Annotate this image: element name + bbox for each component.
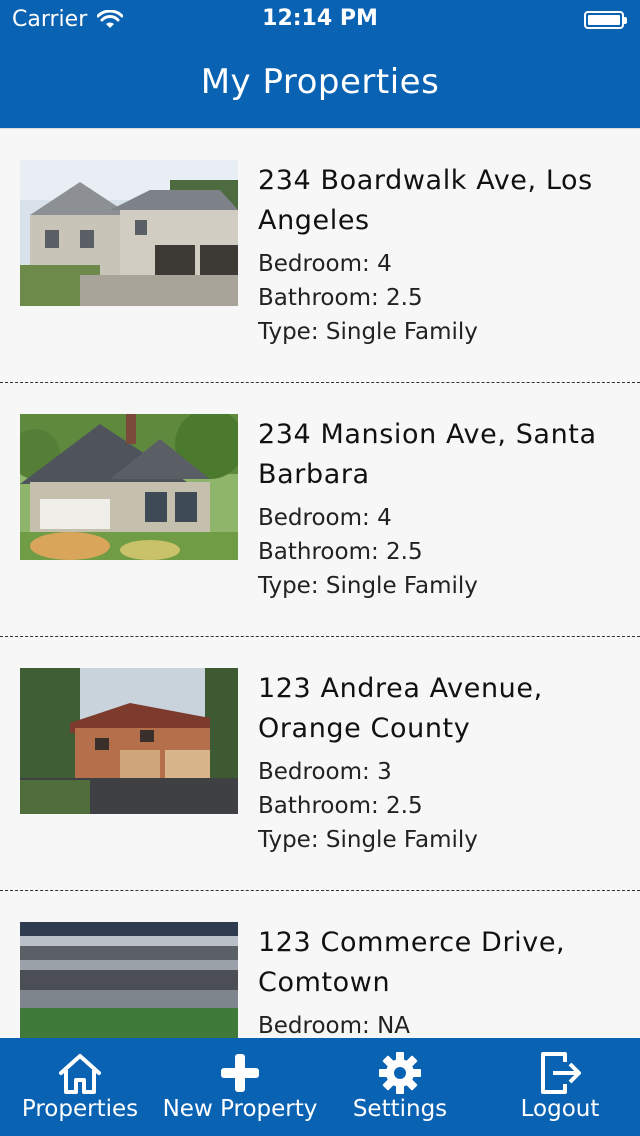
property-photo: [20, 160, 238, 306]
property-info: 234 Boardwalk Ave, Los Angeles Bedroom: …: [258, 161, 618, 349]
tab-logout[interactable]: Logout: [480, 1038, 640, 1136]
tab-label: Logout: [520, 1096, 600, 1122]
property-row[interactable]: 123 Andrea Avenue, Orange County Bedroom…: [0, 637, 640, 891]
tab-bar: Properties New Property Settings Logout: [0, 1038, 640, 1136]
property-bedroom: Bedroom: 4: [258, 505, 392, 531]
status-bar: Carrier 12:14 PM: [0, 0, 640, 40]
property-bathroom: Bathroom: 2.5: [258, 285, 423, 311]
home-icon: [59, 1054, 101, 1094]
property-photo: [20, 668, 238, 814]
property-bathroom: Bathroom: 2.5: [258, 793, 423, 819]
property-address: 234 Boardwalk Ave, Los Angeles: [258, 165, 593, 236]
tab-label: Settings: [352, 1096, 448, 1122]
property-type: Type: Single Family: [258, 573, 478, 599]
app-header: Carrier 12:14 PM My Properties: [0, 0, 640, 128]
status-time: 12:14 PM: [262, 6, 378, 31]
logout-icon: [541, 1052, 581, 1094]
property-row[interactable]: 123 Commerce Drive, Comtown Bedroom: NA: [0, 891, 640, 1039]
property-address: 123 Andrea Avenue, Orange County: [258, 673, 543, 744]
battery-icon: [584, 10, 628, 30]
tab-settings[interactable]: Settings: [320, 1038, 480, 1136]
tab-new-property[interactable]: New Property: [160, 1038, 320, 1136]
page-title: My Properties: [200, 62, 440, 102]
tab-label: New Property: [162, 1096, 318, 1122]
tab-properties[interactable]: Properties: [0, 1038, 160, 1136]
property-bathroom: Bathroom: 2.5: [258, 539, 423, 565]
property-address: 123 Commerce Drive, Comtown: [258, 927, 566, 998]
property-info: 234 Mansion Ave, Santa Barbara Bedroom: …: [258, 415, 618, 603]
property-row[interactable]: 234 Boardwalk Ave, Los Angeles Bedroom: …: [0, 129, 640, 383]
property-type: Type: Single Family: [258, 319, 478, 345]
property-type: Type: Single Family: [258, 827, 478, 853]
property-list[interactable]: 234 Boardwalk Ave, Los Angeles Bedroom: …: [0, 128, 640, 1039]
plus-icon: [221, 1054, 259, 1092]
property-bedroom: Bedroom: 4: [258, 251, 392, 277]
property-info: 123 Commerce Drive, Comtown Bedroom: NA: [258, 923, 618, 1039]
tab-label: Properties: [21, 1096, 139, 1122]
property-info: 123 Andrea Avenue, Orange County Bedroom…: [258, 669, 618, 857]
property-address: 234 Mansion Ave, Santa Barbara: [258, 419, 597, 490]
gear-icon: [379, 1052, 421, 1094]
property-row[interactable]: 234 Mansion Ave, Santa Barbara Bedroom: …: [0, 383, 640, 637]
property-photo: [20, 414, 238, 560]
property-bedroom: Bedroom: NA: [258, 1013, 411, 1039]
property-photo: [20, 922, 238, 1039]
property-bedroom: Bedroom: 3: [258, 759, 392, 785]
